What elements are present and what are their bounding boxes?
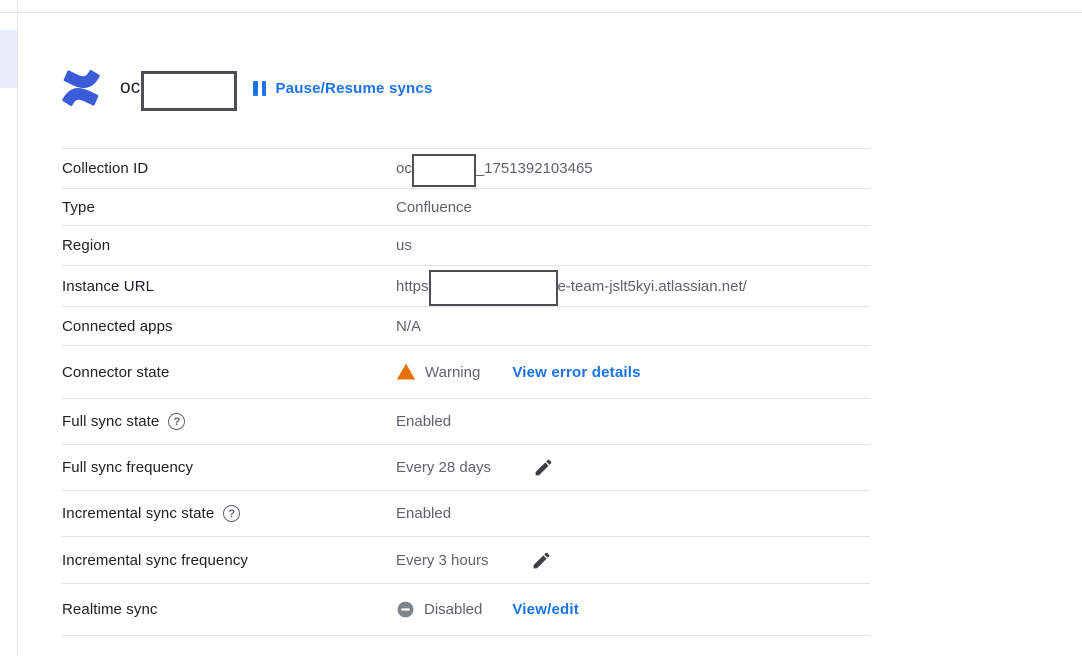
row-value: Enabled bbox=[396, 413, 451, 430]
row-value: Confluence bbox=[396, 199, 472, 216]
row-label: Connector state bbox=[62, 364, 396, 381]
row-label: Region bbox=[62, 237, 396, 254]
edit-full-sync-frequency-button[interactable] bbox=[533, 457, 554, 478]
table-row-instance-url: Instance URL https e-team-jslt5kyi.atlas… bbox=[62, 266, 870, 307]
row-value: Warning View error details bbox=[396, 362, 641, 382]
table-row-full-sync-frequency: Full sync frequency Every 28 days bbox=[62, 445, 870, 491]
sidebar-selected-item-sliver[interactable] bbox=[0, 30, 17, 88]
confluence-logo-icon bbox=[62, 70, 100, 106]
row-value: oc _1751392103465 bbox=[396, 152, 593, 185]
connector-state-value: Warning bbox=[425, 364, 480, 381]
row-label: Incremental sync state bbox=[62, 505, 214, 522]
page-title: oc bbox=[120, 77, 140, 99]
row-label: Incremental sync frequency bbox=[62, 552, 396, 569]
table-row-connector-state: Connector state Warning View error detai… bbox=[62, 346, 870, 399]
value-suffix: _1751392103465 bbox=[476, 160, 593, 177]
table-row-type: Type Confluence bbox=[62, 189, 870, 226]
row-label: Instance URL bbox=[62, 278, 396, 295]
table-row-full-sync-state: Full sync state ? Enabled bbox=[62, 399, 870, 445]
redaction-box bbox=[429, 270, 558, 306]
redaction-box bbox=[141, 71, 237, 111]
edit-incremental-sync-frequency-button[interactable] bbox=[531, 550, 552, 571]
warning-icon bbox=[396, 362, 416, 382]
row-label: Full sync state bbox=[62, 413, 159, 430]
incremental-sync-frequency-value: Every 3 hours bbox=[396, 552, 489, 569]
view-edit-link[interactable]: View/edit bbox=[512, 601, 579, 618]
full-sync-frequency-value: Every 28 days bbox=[396, 459, 491, 476]
redaction-box bbox=[412, 154, 476, 187]
pause-icon bbox=[253, 81, 266, 96]
row-label: Realtime sync bbox=[62, 601, 396, 618]
row-label: Connected apps bbox=[62, 318, 396, 335]
sidebar-edge-divider bbox=[17, 0, 18, 656]
value-suffix: e-team-jslt5kyi.atlassian.net/ bbox=[558, 278, 747, 295]
row-value: Every 3 hours bbox=[396, 550, 552, 571]
row-label: Collection ID bbox=[62, 160, 396, 177]
table-row-region: Region us bbox=[62, 226, 870, 266]
row-label: Full sync frequency bbox=[62, 459, 396, 476]
table-row-incremental-sync-frequency: Incremental sync frequency Every 3 hours bbox=[62, 537, 870, 584]
row-value: N/A bbox=[396, 318, 421, 335]
row-value: Every 28 days bbox=[396, 457, 554, 478]
value-prefix: oc bbox=[396, 160, 412, 177]
row-value: us bbox=[396, 237, 412, 254]
table-row-collection-id: Collection ID oc _1751392103465 bbox=[62, 149, 870, 189]
pencil-icon bbox=[531, 550, 552, 571]
help-icon[interactable]: ? bbox=[168, 413, 185, 430]
disabled-icon bbox=[396, 600, 415, 619]
pause-resume-label: Pause/Resume syncs bbox=[275, 80, 432, 97]
collection-header: oc Pause/Resume syncs bbox=[62, 68, 433, 108]
help-icon[interactable]: ? bbox=[223, 505, 240, 522]
view-error-details-link[interactable]: View error details bbox=[512, 364, 640, 381]
row-value: Enabled bbox=[396, 505, 451, 522]
row-value: Disabled View/edit bbox=[396, 600, 579, 619]
value-prefix: https bbox=[396, 278, 429, 295]
top-divider bbox=[0, 12, 1082, 13]
pause-resume-syncs-button[interactable]: Pause/Resume syncs bbox=[253, 80, 432, 97]
collection-properties-table: Collection ID oc _1751392103465 Type Con… bbox=[62, 148, 870, 636]
row-label: Type bbox=[62, 199, 396, 216]
pencil-icon bbox=[533, 457, 554, 478]
row-value: https e-team-jslt5kyi.atlassian.net/ bbox=[396, 268, 747, 304]
table-row-connected-apps: Connected apps N/A bbox=[62, 307, 870, 346]
table-row-incremental-sync-state: Incremental sync state ? Enabled bbox=[62, 491, 870, 537]
realtime-sync-value: Disabled bbox=[424, 601, 482, 618]
table-row-realtime-sync: Realtime sync Disabled View/edit bbox=[62, 584, 870, 636]
